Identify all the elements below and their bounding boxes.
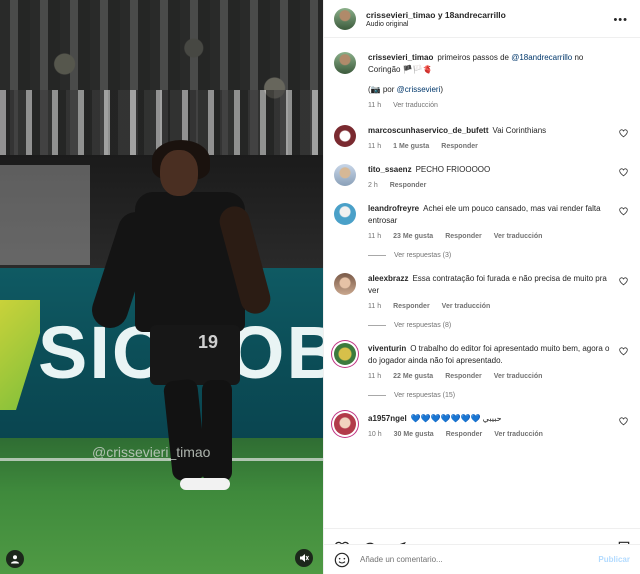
shirt-number: 19 (198, 332, 219, 352)
comment: leandrofreyre Achei ele um pouco cansado,… (334, 203, 630, 240)
comment-user[interactable]: marcoscunhaservico_de_bufett (368, 126, 489, 135)
comment: tito_ssaenz PECHO FRIOOOOO 2 h Responder (334, 164, 630, 189)
comments-list[interactable]: crissevieri_timao primeiros passos de @18… (324, 38, 640, 528)
comment-avatar[interactable] (334, 125, 356, 147)
comment-likes[interactable]: 23 Me gusta (393, 233, 433, 240)
comment-avatar[interactable] (334, 413, 356, 435)
view-replies-button[interactable]: Ver respuestas (8) (368, 322, 630, 329)
comment-text: PECHO FRIOOOOO (415, 165, 491, 174)
comment-text: Vai Corinthians (492, 126, 547, 135)
mute-icon[interactable] (295, 549, 313, 567)
reply-button[interactable]: Responder (445, 233, 482, 240)
caption-translate[interactable]: Ver traducción (393, 102, 438, 109)
reply-button[interactable]: Responder (390, 182, 427, 189)
comment-user[interactable]: a1957ngel (368, 414, 407, 423)
translate-button[interactable]: Ver traducción (494, 431, 543, 438)
caption-text: primeiros passos de (437, 53, 509, 62)
photo-watermark: @crissevieri_timao (92, 444, 211, 460)
comment-text: 💙💙💙💙💙💙💙 حبيبي (410, 414, 502, 423)
heart-icon[interactable] (619, 207, 628, 216)
comment-time[interactable]: 11 h (368, 143, 381, 150)
view-replies-button[interactable]: Ver respuestas (3) (368, 252, 630, 259)
post-header: crissevieri_timao y 18andrecarrillo Audi… (324, 0, 640, 38)
player-head (160, 150, 198, 196)
caption-avatar[interactable] (334, 52, 356, 74)
player-shorts (150, 325, 240, 385)
author-avatar[interactable] (334, 7, 356, 30)
player-shoe (180, 478, 230, 490)
heart-icon[interactable] (619, 417, 628, 426)
audio-label[interactable]: Audio original (366, 21, 506, 28)
comment: marcoscunhaservico_de_bufett Vai Corinthi… (334, 125, 630, 150)
comment: a1957ngel 💙💙💙💙💙💙💙 حبيبي 10 h 30 Me gusta … (334, 413, 630, 438)
translate-button[interactable]: Ver traducción (494, 233, 543, 240)
heart-icon[interactable] (619, 277, 628, 286)
emoji-icon[interactable] (334, 552, 350, 568)
reply-button[interactable]: Responder (445, 373, 482, 380)
player-leg-left (162, 378, 208, 482)
comment-likes[interactable]: 22 Me gusta (393, 373, 433, 380)
comment-time[interactable]: 10 h (368, 431, 382, 438)
heart-icon[interactable] (619, 168, 628, 177)
caption-credit-suffix: ) (440, 85, 444, 94)
reply-button[interactable]: Responder (446, 431, 483, 438)
comment-avatar[interactable] (334, 343, 356, 365)
comment-avatar[interactable] (334, 164, 356, 186)
comment-time[interactable]: 11 h (368, 233, 381, 240)
reply-button[interactable]: Responder (393, 303, 430, 310)
comment-avatar[interactable] (334, 203, 356, 225)
caption-mention[interactable]: @18andrecarrillo (511, 53, 572, 62)
post-authors[interactable]: crissevieri_timao y 18andrecarrillo (366, 10, 506, 20)
caption-credit-mention[interactable]: @crissevieri (397, 85, 441, 94)
banner-letters (0, 165, 90, 265)
heart-icon[interactable] (619, 129, 628, 138)
more-horizontal-icon[interactable]: ••• (613, 14, 628, 26)
comment-avatar[interactable] (334, 273, 356, 295)
translate-button[interactable]: Ver traducción (442, 303, 491, 310)
post-side-panel: crissevieri_timao y 18andrecarrillo Audi… (323, 0, 640, 574)
comment-time[interactable]: 11 h (368, 373, 381, 380)
comment-user[interactable]: leandrofreyre (368, 204, 419, 213)
comment: aleexbrazz Essa contratação foi furada e … (334, 273, 630, 310)
comment-time[interactable]: 2 h (368, 182, 378, 189)
comment-user[interactable]: viventurin (368, 344, 406, 353)
publish-button[interactable]: Publicar (598, 555, 630, 564)
comment-user[interactable]: tito_ssaenz (368, 165, 412, 174)
post-modal: SICOOB 19 @crissevieri_timao cris (0, 0, 640, 574)
caption: crissevieri_timao primeiros passos de @18… (334, 52, 630, 109)
comment-input[interactable] (360, 555, 599, 564)
view-replies-button[interactable]: Ver respuestas (15) (368, 392, 630, 399)
comment: viventurin O trabalho do editor foi apres… (334, 343, 630, 380)
comment-time[interactable]: 11 h (368, 303, 381, 310)
user-tag-icon[interactable] (6, 550, 24, 568)
player-leg-right (202, 380, 232, 482)
translate-button[interactable]: Ver traducción (494, 373, 543, 380)
comment-user[interactable]: aleexbrazz (368, 274, 408, 283)
player-figure: 19 (87, 140, 274, 490)
comment-composer: Publicar (324, 544, 640, 574)
comment-likes[interactable]: 1 Me gusta (393, 143, 429, 150)
caption-time[interactable]: 11 h (368, 102, 381, 109)
comment-likes[interactable]: 30 Me gusta (394, 431, 434, 438)
post-media[interactable]: SICOOB 19 @crissevieri_timao (0, 0, 323, 574)
caption-credit-prefix: (📷 por (368, 85, 395, 94)
reply-button[interactable]: Responder (441, 143, 478, 150)
heart-icon[interactable] (619, 347, 628, 356)
caption-user[interactable]: crissevieri_timao (368, 53, 433, 62)
